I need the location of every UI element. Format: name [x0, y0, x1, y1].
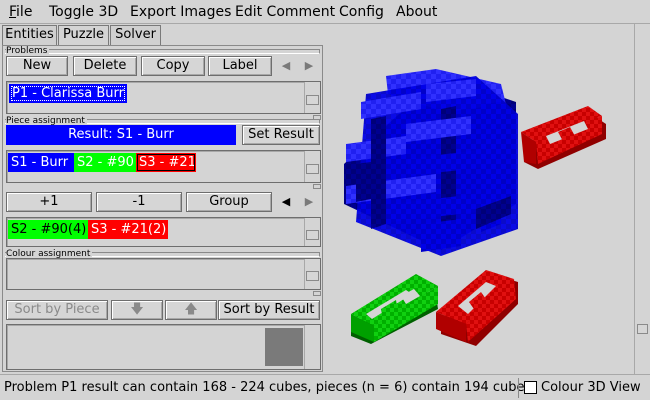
scrollbar-thumb[interactable]: [306, 164, 319, 174]
sort-by-result-button[interactable]: Sort by Result: [218, 300, 320, 320]
colour-swatch: [265, 328, 303, 366]
add-piece-button[interactable]: +1: [6, 192, 92, 212]
scrollbar-thumb[interactable]: [306, 271, 319, 281]
assigned-item-s2[interactable]: S2 - #90(4): [8, 220, 88, 239]
label-problem-button[interactable]: Label: [208, 56, 272, 76]
move-left-arrow-icon[interactable]: ◀: [276, 192, 296, 212]
assigned-pieces-list[interactable]: S2 - #90(4) S3 - #21(2): [6, 217, 321, 247]
delete-problem-button[interactable]: Delete: [73, 56, 137, 76]
move-down-button[interactable]: 🡇: [111, 300, 163, 320]
status-text: Problem P1 result can contain 168 - 224 …: [4, 380, 532, 395]
shape-item-s3[interactable]: S3 - #21: [136, 153, 196, 172]
blue-burr-piece: [344, 69, 518, 256]
assigned-scrollbar[interactable]: [304, 218, 320, 246]
resize-grip[interactable]: [313, 184, 321, 189]
menu-file[interactable]: File: [9, 4, 32, 20]
scrollbar-thumb[interactable]: [637, 324, 648, 334]
puzzle-3d-render: [344, 69, 606, 346]
menu-toggle-3d[interactable]: Toggle 3D: [49, 4, 118, 20]
scrollbar-thumb[interactable]: [306, 230, 319, 240]
status-bar: Problem P1 result can contain 168 - 224 …: [0, 374, 650, 400]
copy-problem-button[interactable]: Copy: [141, 56, 205, 76]
problems-label: Problems: [6, 46, 50, 56]
status-divider: [518, 378, 519, 398]
puzzle-panel: Problems New Delete Copy Label ◀ ▶ P1 - …: [2, 45, 323, 372]
problems-scrollbar[interactable]: [304, 82, 320, 113]
shapes-list[interactable]: S1 - Burr S2 - #90 S3 - #21: [6, 150, 321, 183]
move-up-arrow-icon[interactable]: ◀: [276, 56, 296, 76]
red-piece-bottom: [436, 270, 518, 346]
menu-export-images[interactable]: Export Images: [130, 4, 231, 20]
view-scrollbar[interactable]: [634, 24, 650, 374]
menubar: File Toggle 3D Export Images Edit Commen…: [0, 0, 650, 24]
move-up-button[interactable]: 🡅: [165, 300, 217, 320]
colour-list[interactable]: [6, 258, 321, 290]
assigned-item-s3[interactable]: S3 - #21(2): [88, 220, 168, 239]
resize-grip[interactable]: [313, 291, 321, 296]
list-item[interactable]: P1 - Clarissa Burr: [9, 84, 127, 103]
tab-entities[interactable]: Entities: [2, 25, 57, 45]
result-shape-label: Result: S1 - Burr: [6, 125, 236, 145]
group-button[interactable]: Group: [186, 192, 272, 212]
scrollbar-thumb[interactable]: [306, 95, 319, 105]
shape-item-s1[interactable]: S1 - Burr: [8, 153, 74, 172]
tab-puzzle[interactable]: Puzzle: [58, 25, 109, 46]
colour-scrollbar[interactable]: [304, 259, 320, 289]
arrow-down-icon: 🡇: [130, 302, 144, 317]
colour-assignment-scrollbar[interactable]: [304, 325, 320, 369]
sort-by-piece-button[interactable]: Sort by Piece: [6, 300, 108, 320]
tab-solver[interactable]: Solver: [110, 25, 161, 45]
move-right-arrow-icon[interactable]: ▶: [299, 192, 319, 212]
3d-view[interactable]: [326, 24, 634, 374]
colour-assignment-list[interactable]: [6, 324, 321, 370]
menu-about[interactable]: About: [396, 4, 437, 20]
shapes-scrollbar[interactable]: [304, 151, 320, 182]
remove-piece-button[interactable]: -1: [96, 192, 182, 212]
section-divider: [5, 49, 320, 54]
red-piece-top: [521, 106, 606, 169]
menu-config[interactable]: Config: [339, 4, 384, 20]
new-problem-button[interactable]: New: [6, 56, 68, 76]
menu-edit-comment[interactable]: Edit Comment: [235, 4, 335, 20]
arrow-up-icon: 🡅: [184, 302, 198, 317]
green-piece: [351, 274, 438, 344]
problems-list[interactable]: P1 - Clarissa Burr: [6, 81, 321, 114]
set-result-button[interactable]: Set Result: [242, 125, 320, 145]
shape-item-s2[interactable]: S2 - #90: [74, 153, 136, 172]
move-down-arrow-icon[interactable]: ▶: [299, 56, 319, 76]
colour-3d-view-checkbox[interactable]: [524, 381, 537, 394]
colour-3d-view-label[interactable]: Colour 3D View: [541, 380, 641, 395]
